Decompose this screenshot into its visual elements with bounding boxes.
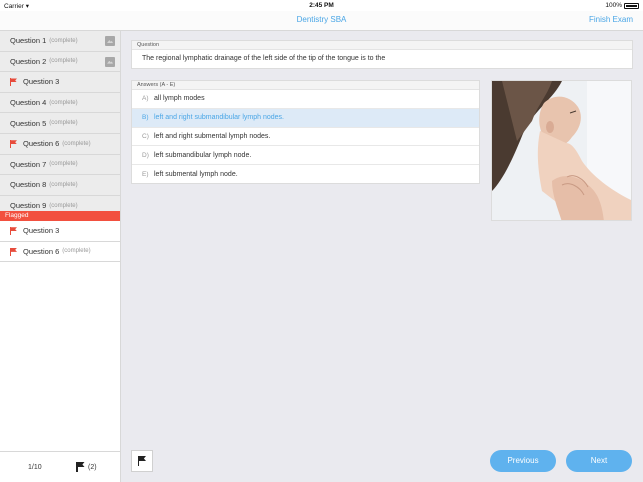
question-label: Question 3 [23,226,60,236]
question-panel: Question The regional lymphatic drainage… [131,40,633,69]
answer-text: all lymph modes [154,95,205,103]
question-header: Question [132,41,632,50]
page-title: Dentistry SBA [296,15,347,24]
answer-letter: C) [142,132,149,140]
question-status: (complete) [49,58,78,65]
answer-text: left submandibular lymph node. [154,151,252,159]
flagged-section-header: Flagged [0,211,120,221]
answer-option[interactable]: A) all lymph modes [132,90,479,109]
question-status: (complete) [49,37,78,44]
question-list-item[interactable]: Question 9 (complete) [0,196,120,211]
flagged-list-item[interactable]: Question 6 (complete) [0,241,120,263]
answer-letter: B) [142,114,149,122]
sidebar-footer: 1/10 (2) [0,451,120,482]
answer-option[interactable]: E) left submental lymph node. [132,165,479,184]
red-flag-icon [10,247,18,256]
answers-list: A) all lymph modes B) left and right subman… [132,90,479,184]
question-image[interactable] [491,80,632,221]
question-label: Question 9 [10,201,47,211]
answer-text: left and right submandibular lymph nodes… [154,114,284,122]
flag-icon [137,456,147,466]
question-list-item[interactable]: Question 1 (complete) [0,31,120,52]
question-list[interactable]: Question 1 (complete) Question 2 (complete)… [0,31,120,211]
question-list-item[interactable]: Question 7 (complete) [0,155,120,176]
question-status: (complete) [49,99,78,106]
neck-photo-illustration [492,81,631,220]
flagged-count: (2) [88,463,97,471]
flag-question-button[interactable] [131,450,153,472]
answer-letter: E) [142,171,149,179]
red-flag-icon [10,227,18,236]
answer-letter: A) [142,95,149,103]
question-label: Question 5 [10,118,47,128]
flagged-list-item[interactable]: Question 3 [0,221,120,242]
next-button[interactable]: Next [566,450,632,472]
answer-option[interactable]: B) left and right submandibular lymph nod… [132,108,479,128]
flagged-list: Question 3 Question 6 (complete) [0,221,120,263]
question-list-item[interactable]: Question 5 (complete) [0,113,120,134]
status-bar: Carrier ▾ 2:45 PM 100% [0,0,643,11]
answers-panel: Answers (A - E) A) all lymph modes B) left … [131,80,480,184]
image-icon [105,36,115,46]
status-time: 2:45 PM [309,2,334,9]
answers-header: Answers (A - E) [132,81,479,90]
answer-letter: D) [142,151,149,159]
main-content: Question The regional lymphatic drainage… [121,31,643,482]
answer-text: left and right submental lymph nodes. [154,132,271,140]
battery-indicator: 100% [605,2,639,9]
question-status: (complete) [62,248,91,255]
answer-text: left submental lymph node. [154,171,238,179]
question-list-item[interactable]: Question 8 (complete) [0,175,120,196]
finish-exam-button[interactable]: Finish Exam [589,15,633,24]
question-label: Question 6 [23,139,60,149]
question-label: Question 1 [10,36,47,46]
question-label: Question 8 [10,180,47,190]
image-icon [105,56,115,67]
battery-icon [624,2,639,9]
question-text: The regional lymphatic drainage of the l… [142,55,386,62]
nav-bar: Dentistry SBA Finish Exam [0,11,643,31]
question-label: Question 7 [10,159,47,169]
question-sidebar: Question 1 (complete) Question 2 (complete)… [0,31,121,482]
question-label: Question 6 [23,246,60,256]
question-status: (complete) [49,161,78,168]
red-flag-icon [10,78,18,87]
question-status: (complete) [49,202,78,209]
question-status: (complete) [49,181,78,188]
flagged-count-button[interactable]: (2) [76,462,97,472]
question-label: Question 4 [10,98,47,108]
answer-option[interactable]: D) left submandibular lymph node. [132,146,479,166]
answer-option[interactable]: C) left and right submental lymph nodes. [132,128,479,147]
question-label: Question 3 [23,77,60,87]
question-status: (complete) [49,120,78,127]
question-label: Question 2 [10,56,47,66]
question-progress: 1/10 [28,464,42,471]
question-list-item[interactable]: Question 3 [0,72,120,93]
question-list-item[interactable]: Question 4 (complete) [0,93,120,114]
red-flag-icon [10,140,18,149]
question-list-item[interactable]: Question 6 (complete) [0,134,120,155]
question-list-item[interactable]: Question 2 (complete) [0,52,120,73]
question-status: (complete) [62,140,91,147]
flag-icon [76,462,85,472]
previous-button[interactable]: Previous [490,450,556,472]
